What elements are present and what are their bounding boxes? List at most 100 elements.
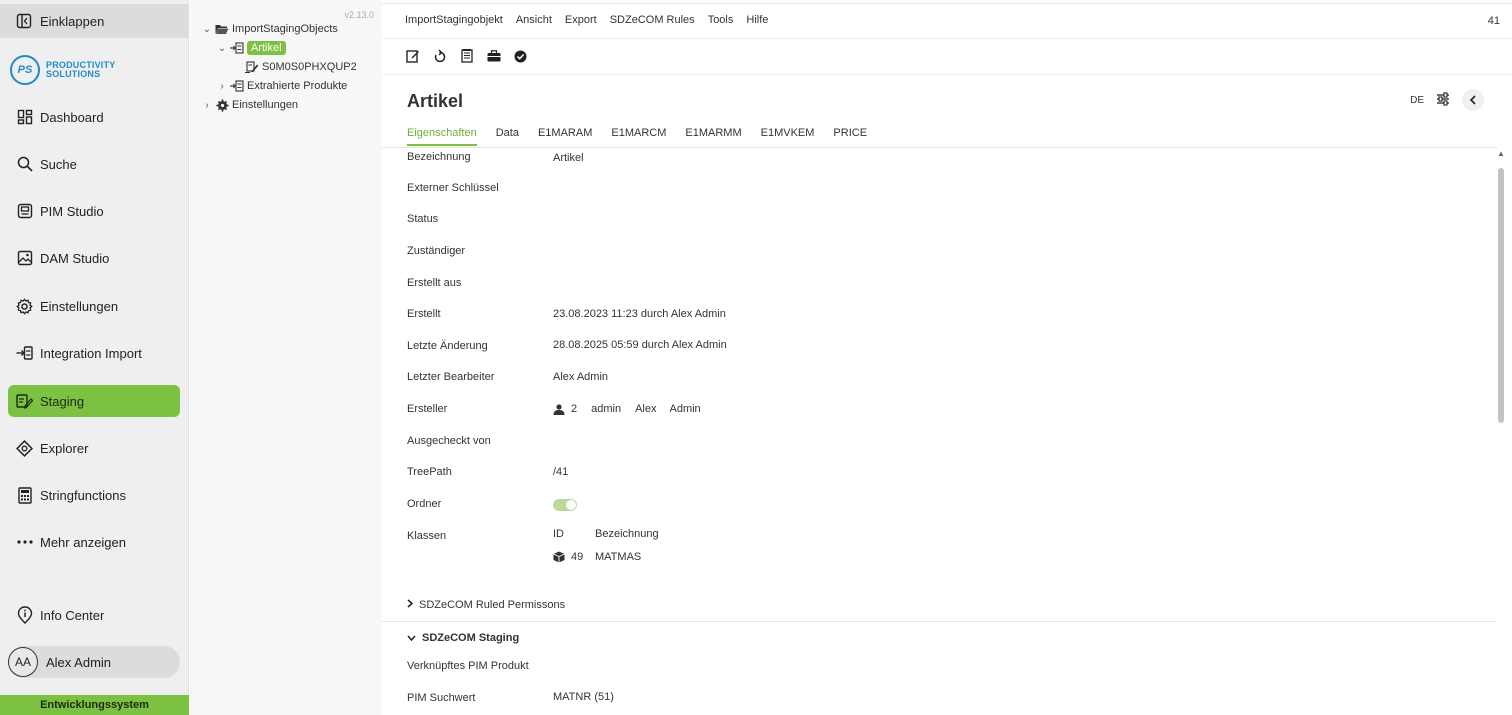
nav-item-label: Staging [40, 393, 85, 409]
import-object-icon [230, 79, 244, 93]
collapse-label: Einklappen [40, 13, 105, 29]
pim-studio-icon [16, 203, 33, 220]
field-label-treepath: TreePath [407, 466, 452, 478]
ersteller-login: admin [591, 403, 622, 415]
reload-button[interactable] [432, 48, 447, 64]
user-name: Alex Admin [46, 654, 112, 670]
tree-node-settings[interactable]: › Einstellungen [202, 97, 298, 113]
check-button[interactable] [513, 48, 528, 64]
field-label-ausgecheckt-von: Ausgecheckt von [407, 435, 491, 447]
field-value-letzte-aenderung: 28.08.2025 05:59 durch Alex Admin [553, 339, 727, 351]
field-label-klassen: Klassen [407, 530, 447, 542]
tab-eigenschaften[interactable]: Eigenschaften [407, 127, 477, 146]
nav-item-label: Stringfunctions [40, 487, 126, 503]
menu-hilfe[interactable]: Hilfe [746, 14, 768, 26]
tree-node-root[interactable]: ⌄ ImportStagingObjects [202, 21, 338, 37]
nav-item-label: PIM Studio [40, 203, 104, 219]
object-tree: v2.13.0 ⌄ ImportStagingObjects ⌄ Artikel… [190, 0, 382, 715]
nav-item-pim-studio[interactable]: PIM Studio [8, 195, 180, 227]
tree-node-artikel[interactable]: ⌄ Artikel [217, 40, 286, 56]
main-panel: ImportStagingobjekt Ansicht Export SDZeC… [382, 0, 1512, 715]
document-icon [460, 49, 473, 63]
menu-export[interactable]: Export [565, 14, 597, 26]
nav-item-info-center[interactable]: Info Center [8, 599, 180, 631]
chevron-right-icon[interactable]: › [202, 100, 212, 111]
tree-node-label: Einstellungen [232, 99, 299, 111]
field-value-bezeichnung[interactable]: Artikel [553, 152, 584, 164]
briefcase-button[interactable] [486, 48, 501, 64]
logo-line-2: SOLUTIONS [46, 69, 101, 79]
nav-item-dam-studio[interactable]: DAM Studio [8, 242, 180, 274]
field-label-erstellt: Erstellt [407, 308, 441, 320]
nav-item-label: DAM Studio [40, 250, 110, 266]
logo-mark: PS [10, 55, 40, 85]
filter-settings-icon[interactable] [1436, 91, 1450, 109]
tab-bar: Eigenschaften Data E1MARAM E1MARCM E1MAR… [407, 127, 867, 146]
nav-item-einstellungen[interactable]: Einstellungen [8, 290, 180, 322]
chevron-down-icon[interactable]: ⌄ [217, 43, 227, 54]
nav-item-staging[interactable]: Staging [8, 385, 180, 417]
tab-e1mvkem[interactable]: E1MVKEM [761, 127, 815, 146]
sidebar-collapse-icon [16, 13, 32, 29]
section-ruled-permissions[interactable]: SDZeCOM Ruled Permissons [407, 599, 565, 611]
chevron-down-icon[interactable]: ⌄ [202, 24, 212, 35]
tree-node-extracted[interactable]: › Extrahierte Produkte [217, 78, 347, 94]
info-icon [16, 606, 33, 624]
edit-button[interactable] [405, 48, 420, 64]
field-value-letzter-bearbeiter: Alex Admin [553, 371, 609, 383]
tab-data[interactable]: Data [496, 127, 519, 146]
field-value-erstellt: 23.08.2023 11:23 durch Alex Admin [553, 308, 726, 320]
nav-item-dashboard[interactable]: Dashboard [8, 101, 180, 133]
nav-item-suche[interactable]: Suche [8, 148, 180, 180]
field-value-treepath: /41 [553, 466, 569, 478]
nav-item-integration-import[interactable]: Integration Import [8, 337, 180, 369]
tree-node-label: ImportStagingObjects [232, 23, 338, 35]
chevron-left-icon [1469, 95, 1476, 105]
table-row[interactable]: 49 MATMAS [553, 551, 641, 563]
nav-item-stringfunctions[interactable]: Stringfunctions [8, 479, 180, 511]
section-sdzecom-staging[interactable]: SDZeCOM Staging [407, 632, 519, 644]
dashboard-icon [16, 109, 33, 126]
tree-node-child[interactable]: S0M0S0PHXQUP2 [245, 59, 357, 75]
avatar: AA [8, 647, 38, 677]
nav-item-mehr-anzeigen[interactable]: Mehr anzeigen [8, 526, 180, 558]
tree-node-label: S0M0S0PHXQUP2 [262, 61, 357, 73]
scroll-up-icon[interactable]: ▲ [1497, 150, 1505, 158]
check-circle-icon [514, 50, 527, 62]
field-value-ersteller: 2 admin Alex Admin [553, 403, 701, 415]
vertical-scrollbar[interactable]: ▲ [1497, 150, 1505, 710]
version-label: v2.13.0 [344, 10, 374, 20]
menu-importstagingobjekt[interactable]: ImportStagingobjekt [405, 14, 503, 26]
ordner-toggle[interactable] [553, 499, 577, 511]
scroll-thumb[interactable] [1498, 168, 1504, 423]
tab-e1marcm[interactable]: E1MARCM [611, 127, 666, 146]
ersteller-last-name: Admin [669, 403, 701, 415]
document-button[interactable] [459, 48, 474, 64]
chevron-down-icon [407, 633, 416, 644]
menu-ansicht[interactable]: Ansicht [516, 14, 552, 26]
menu-sdzecom-rules[interactable]: SDZeCOM Rules [610, 14, 695, 26]
language-selector[interactable]: DE [1410, 95, 1424, 106]
object-id: 41 [1487, 15, 1500, 27]
tab-e1maram[interactable]: E1MARAM [538, 127, 592, 146]
nav-item-label: Dashboard [40, 109, 104, 125]
field-label-ersteller: Ersteller [407, 403, 448, 415]
klassen-row-name: MATMAS [595, 551, 642, 563]
collapse-button[interactable]: Einklappen [0, 4, 189, 38]
environment-badge: Entwicklungssystem [0, 695, 189, 715]
section-title: SDZeCOM Ruled Permissons [419, 599, 566, 611]
nav-item-label: Suche [40, 156, 77, 172]
tab-e1marmm[interactable]: E1MARMM [685, 127, 741, 146]
menu-tools[interactable]: Tools [708, 14, 734, 26]
nav-item-label: Info Center [40, 607, 105, 623]
folder-open-icon [215, 22, 229, 36]
collapse-panel-button[interactable] [1462, 89, 1484, 111]
staging-object-icon [245, 60, 259, 74]
tab-price[interactable]: PRICE [833, 127, 867, 146]
nav-item-label: Einstellungen [40, 298, 119, 314]
search-icon [16, 156, 33, 173]
nav-item-explorer[interactable]: Explorer [8, 432, 180, 464]
chevron-right-icon [407, 599, 414, 611]
chevron-right-icon[interactable]: › [217, 81, 227, 92]
user-menu[interactable]: AA Alex Admin [8, 646, 180, 678]
